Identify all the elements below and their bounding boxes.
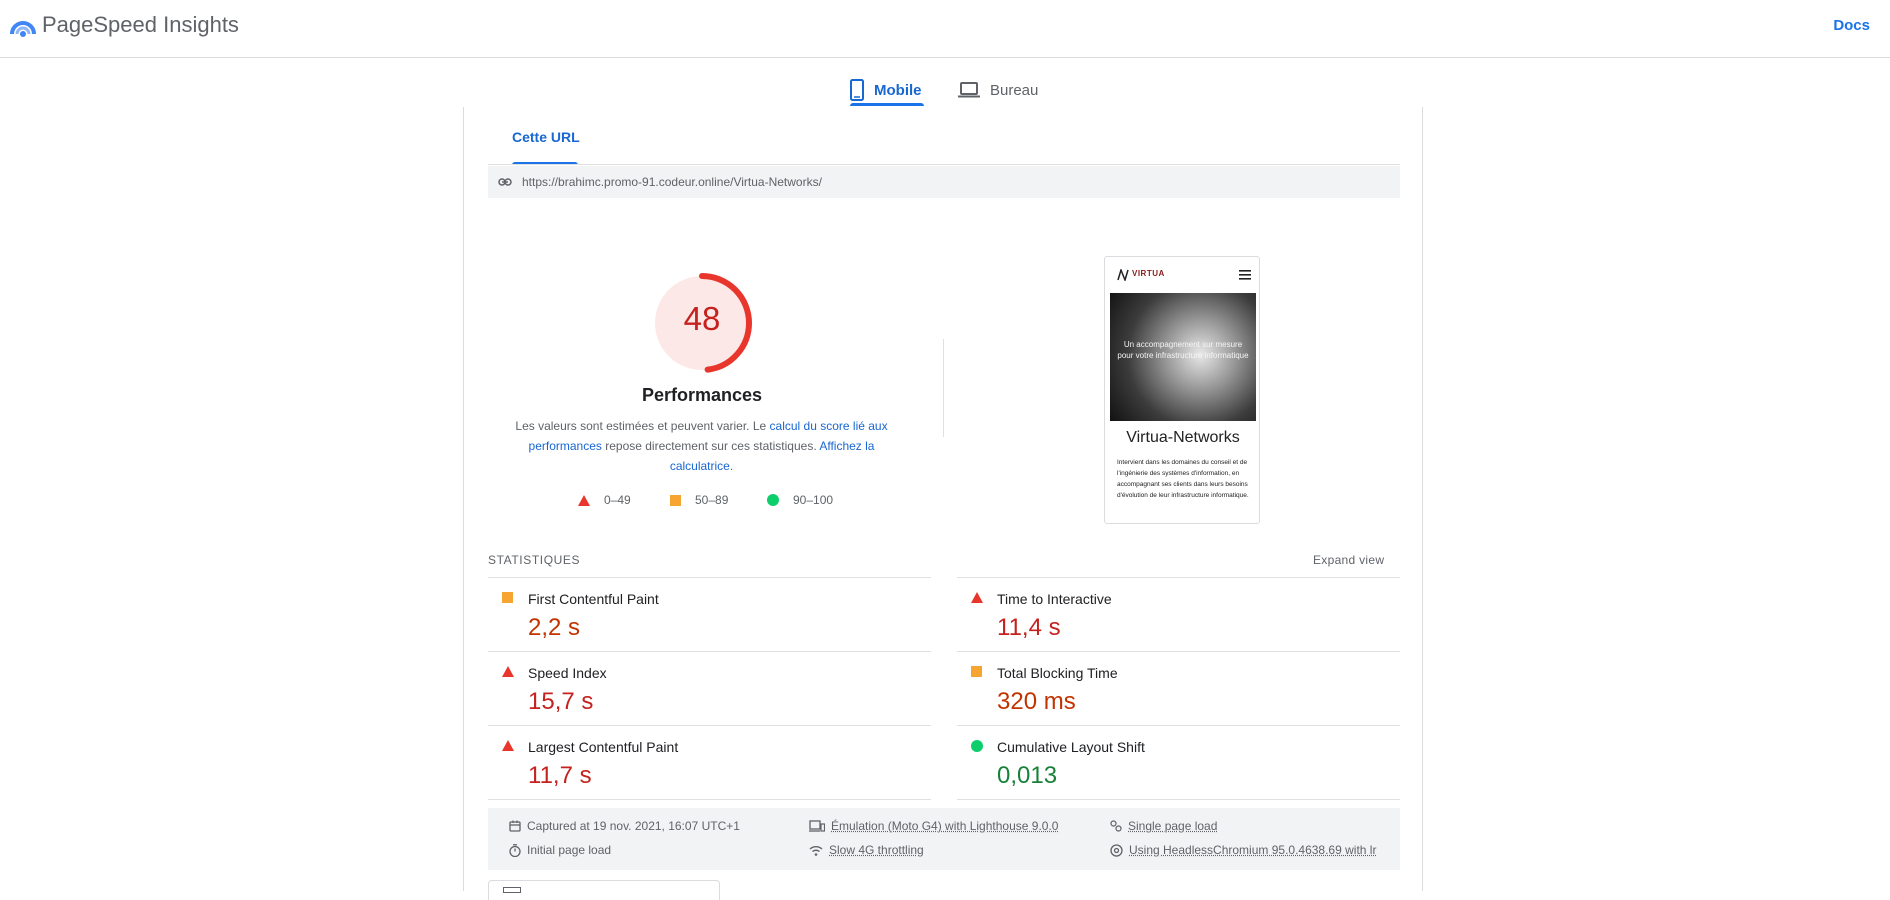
performance-score: 48: [650, 300, 754, 338]
legend-fail: 0–49: [578, 493, 631, 507]
info-emulation-text: Émulation (Moto G4) with Lighthouse 9.0.…: [831, 819, 1058, 833]
red-triangle-icon: [578, 495, 590, 506]
vertical-divider: [943, 339, 944, 437]
calendar-icon: [509, 820, 521, 832]
green-circle-icon: [767, 494, 779, 506]
next-section-card: [488, 880, 720, 900]
metric-value: 11,7 s: [528, 762, 592, 790]
metric-fcp: First Contentful Paint 2,2 s: [488, 577, 931, 651]
legend-pass: 90–100: [767, 493, 833, 507]
stats-heading: STATISTIQUES: [488, 553, 580, 567]
metric-value: 15,7 s: [528, 688, 593, 716]
tab-divider: [488, 164, 1400, 165]
info-single-load[interactable]: Single page load: [1110, 819, 1217, 833]
performance-description: Les valeurs sont estimées et peuvent var…: [514, 416, 889, 476]
metric-label: Largest Contentful Paint: [528, 739, 678, 755]
timer-icon: [509, 844, 521, 857]
metric-tti: Time to Interactive 11,4 s: [957, 577, 1400, 651]
card-icon: [503, 887, 521, 893]
desc-text-1: Les valeurs sont estimées et peuvent var…: [515, 419, 769, 433]
info-single-load-text: Single page load: [1128, 819, 1217, 833]
info-browser-text: Using HeadlessChromium 95.0.4638.69 with…: [1129, 843, 1376, 857]
run-info-box: Captured at 19 nov. 2021, 16:07 UTC+1 In…: [488, 808, 1400, 870]
orange-square-icon: [971, 666, 982, 677]
preview-logo-text: VIRTUA: [1132, 269, 1165, 278]
red-triangle-icon: [502, 740, 514, 751]
metric-value: 2,2 s: [528, 614, 580, 642]
desc-text-3: .: [730, 459, 733, 473]
report-panel: Cette URL https://brahimc.promo-91.codeu…: [463, 107, 1423, 891]
laptop-icon: [958, 82, 980, 98]
red-triangle-icon: [502, 666, 514, 677]
metric-label: Total Blocking Time: [997, 665, 1118, 681]
preview-hero-line-1: Un accompagnement sur mesure: [1110, 339, 1256, 350]
metric-tbt: Total Blocking Time 320 ms: [957, 651, 1400, 725]
final-screenshot-preview: VIRTUA Un accompagnement sur mesure pour…: [1104, 256, 1260, 524]
preview-hero-text: Un accompagnement sur mesure pour votre …: [1110, 339, 1256, 361]
tab-mobile-label: Mobile: [874, 82, 922, 99]
analyzed-url[interactable]: https://brahimc.promo-91.codeur.online/V…: [522, 175, 822, 189]
tab-desktop[interactable]: Bureau: [958, 72, 1038, 108]
preview-hero-image: Un accompagnement sur mesure pour votre …: [1110, 293, 1256, 421]
legend-fail-range: 0–49: [604, 493, 631, 507]
metric-label: Time to Interactive: [997, 591, 1112, 607]
nodes-icon: [1110, 820, 1122, 832]
orange-square-icon: [502, 592, 513, 603]
info-browser[interactable]: Using HeadlessChromium 95.0.4638.69 with…: [1110, 843, 1376, 857]
smartphone-icon: [850, 79, 864, 101]
info-captured: Captured at 19 nov. 2021, 16:07 UTC+1: [509, 819, 740, 833]
pagespeed-logo-icon[interactable]: [9, 12, 37, 38]
metric-value: 0,013: [997, 762, 1057, 790]
desc-text-2: repose directement sur ces statistiques.: [602, 439, 819, 453]
preview-body: Intervient dans les domaines du conseil …: [1117, 457, 1251, 501]
tab-desktop-label: Bureau: [990, 82, 1038, 99]
red-triangle-icon: [971, 592, 983, 603]
metric-label: Speed Index: [528, 665, 607, 681]
info-throttling[interactable]: Slow 4G throttling: [809, 843, 924, 857]
metric-value: 11,4 s: [997, 614, 1061, 642]
url-bar: https://brahimc.promo-91.codeur.online/V…: [488, 166, 1400, 198]
legend-average-range: 50–89: [695, 493, 728, 507]
metric-cls: Cumulative Layout Shift 0,013: [957, 725, 1400, 799]
metric-lcp: Largest Contentful Paint 11,7 s: [488, 725, 931, 799]
brand-title[interactable]: PageSpeed Insights: [42, 12, 239, 38]
docs-link[interactable]: Docs: [1833, 17, 1870, 34]
preview-title: Virtua-Networks: [1105, 429, 1260, 447]
devices-icon: [809, 820, 825, 832]
chrome-icon: [1110, 844, 1123, 857]
orange-square-icon: [670, 495, 681, 506]
metric-value: 320 ms: [997, 688, 1076, 716]
info-throttling-text: Slow 4G throttling: [829, 843, 924, 857]
info-initial-load: Initial page load: [509, 843, 611, 857]
hamburger-menu-icon: [1239, 270, 1251, 280]
info-captured-text: Captured at 19 nov. 2021, 16:07 UTC+1: [527, 819, 740, 833]
expand-view-button[interactable]: Expand view: [1313, 553, 1384, 567]
metrics-bottom-rule-right: [957, 799, 1400, 800]
metrics-bottom-rule-left: [488, 799, 931, 800]
info-emulation[interactable]: Émulation (Moto G4) with Lighthouse 9.0.…: [809, 819, 1058, 833]
metric-speed-index: Speed Index 15,7 s: [488, 651, 931, 725]
preview-hero-line-2: pour votre infrastructure informatique: [1110, 350, 1256, 361]
legend-pass-range: 90–100: [793, 493, 833, 507]
green-circle-icon: [971, 740, 983, 752]
metric-label: First Contentful Paint: [528, 591, 659, 607]
virtua-logo-mark-icon: [1117, 269, 1129, 281]
wifi-icon: [809, 845, 823, 856]
legend-average: 50–89: [670, 493, 728, 507]
link-icon: [498, 178, 512, 186]
performance-title: Performances: [602, 385, 802, 406]
info-initial-load-text: Initial page load: [527, 843, 611, 857]
metric-label: Cumulative Layout Shift: [997, 739, 1145, 755]
tab-this-url[interactable]: Cette URL: [512, 129, 580, 145]
top-bar: PageSpeed Insights Docs: [0, 0, 1890, 58]
tab-mobile-indicator: [850, 103, 924, 106]
